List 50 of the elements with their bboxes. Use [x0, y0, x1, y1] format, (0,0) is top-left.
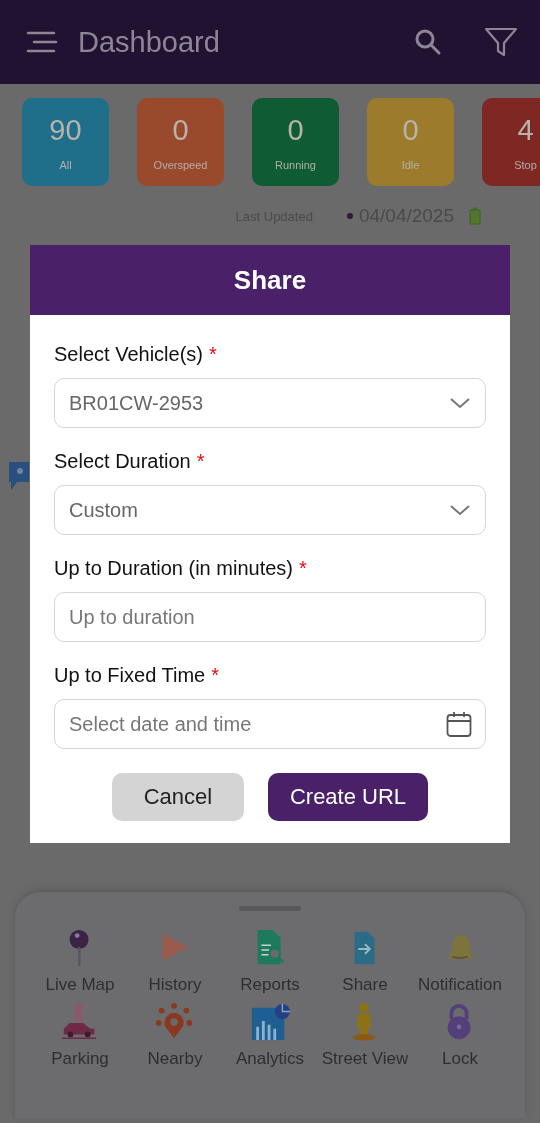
tile-count: 0 — [287, 116, 304, 145]
field-label: Up to Duration (in minutes) * — [54, 557, 308, 580]
tile-label: Stop — [514, 159, 537, 171]
menu-item[interactable]: Analytics — [222, 1001, 318, 1069]
tile-label: Running — [275, 159, 316, 171]
status-dot — [346, 213, 353, 219]
menu-item[interactable]: Street View — [317, 1001, 413, 1069]
menu-button[interactable] — [26, 29, 58, 55]
filter-button[interactable] — [484, 26, 518, 58]
status-tile[interactable]: 0 Idle — [367, 98, 454, 186]
filter-icon — [484, 26, 518, 58]
tile-count: 0 — [172, 116, 189, 145]
tile-label: Idle — [401, 159, 420, 171]
menu-item[interactable]: Nearby — [127, 1001, 223, 1069]
field-label: Up to Fixed Time * — [54, 664, 220, 687]
chevron-down-icon — [449, 504, 471, 516]
screen-title: Dashboard — [78, 25, 221, 59]
dropdown-field[interactable]: Custom — [54, 485, 486, 535]
menu-item[interactable]: Live Map — [32, 927, 128, 995]
status-tile[interactable]: 90 All — [22, 98, 109, 186]
status-tile[interactable]: 0 Overspeed — [137, 98, 224, 186]
menu-item[interactable]: History — [127, 927, 223, 995]
create-url-button[interactable]: Create URL — [267, 773, 429, 821]
chat-icon — [8, 461, 30, 491]
chevron-down-icon — [449, 397, 471, 409]
status-tile[interactable]: 4 Stop — [482, 98, 540, 186]
menu-item[interactable]: Share — [317, 927, 413, 995]
dropdown-field[interactable]: BR01CW-2953 — [54, 378, 486, 428]
tile-count: 0 — [402, 116, 419, 145]
input-field[interactable]: Up to duration — [54, 592, 486, 642]
tile-count: 4 — [517, 116, 534, 145]
tile-label: Overspeed — [153, 159, 208, 171]
date-time-field[interactable]: Select date and time — [54, 699, 486, 749]
menu-item[interactable]: Parking — [32, 1001, 128, 1069]
field-label: Select Duration * — [54, 450, 206, 473]
search-icon — [414, 28, 442, 56]
search-button[interactable] — [414, 28, 442, 56]
dialog-title: Share — [30, 245, 510, 315]
calendar-icon — [446, 711, 472, 737]
menu-icon — [26, 29, 58, 55]
battery-icon — [468, 207, 482, 225]
menu-item[interactable]: Reports — [222, 927, 318, 995]
menu-item[interactable]: Lock — [412, 1001, 508, 1069]
menu-item[interactable]: Notification — [412, 927, 508, 995]
tile-label: All — [59, 159, 72, 171]
field-label: Select Vehicle(s) * — [54, 343, 218, 366]
tile-count: 90 — [49, 116, 82, 145]
cancel-button[interactable]: Cancel — [111, 773, 244, 821]
bar-chart-icon — [250, 1001, 290, 1043]
status-tile[interactable]: 0 Running — [252, 98, 339, 186]
